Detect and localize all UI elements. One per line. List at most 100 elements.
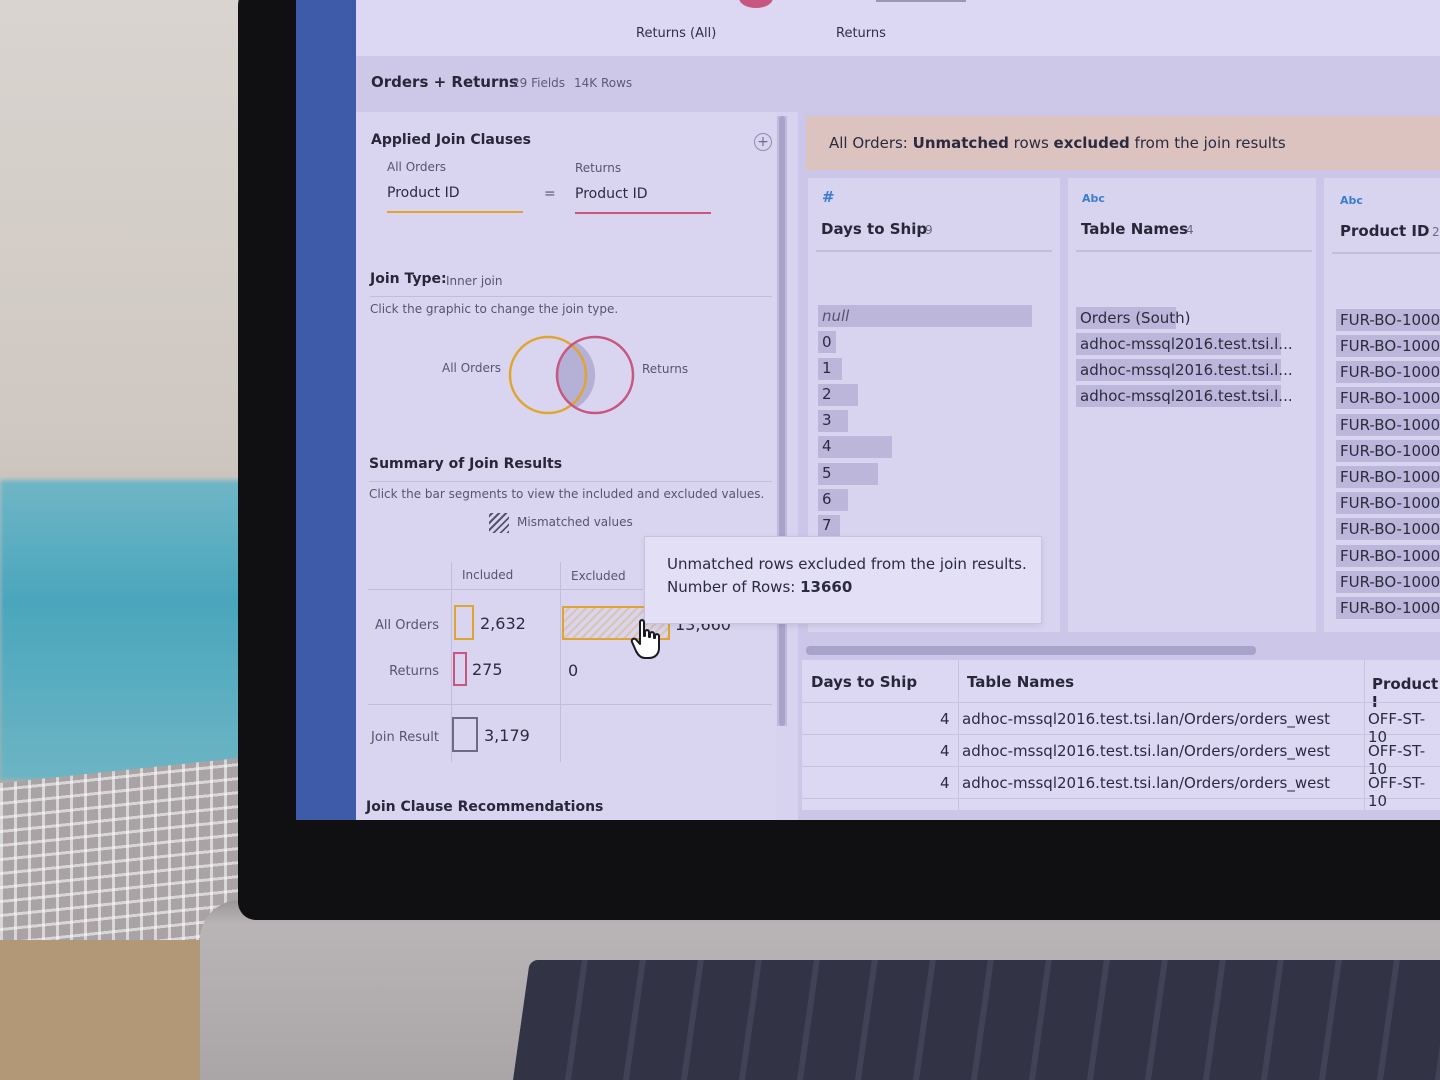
data-grid: Days to Ship Table Names Product I 4 adh…	[802, 660, 1440, 810]
mismatched-hatch-icon	[489, 513, 509, 533]
profile-card-rule	[1332, 252, 1440, 254]
row-count: 14K Rows	[574, 76, 633, 90]
grid-header-table-names[interactable]: Table Names	[967, 673, 1074, 691]
histogram-value: FUR-BO-1000	[1340, 494, 1440, 512]
excluded-column-header: Excluded	[571, 569, 626, 583]
side-rail	[296, 0, 356, 820]
right-field-underline	[575, 212, 711, 214]
grid-cell[interactable]: 4	[940, 774, 950, 792]
profile-card-count: 4	[1186, 223, 1194, 237]
laptop-screen: Returns (All) Returns Orders + Returns 2…	[296, 0, 1440, 820]
step-badge-icon[interactable]	[739, 0, 773, 8]
summary-header-line	[368, 589, 643, 590]
grid-row-line	[802, 734, 1440, 735]
summary-total-line	[368, 704, 772, 705]
profile-card-rule	[816, 250, 1052, 252]
histogram-value: FUR-BO-1000	[1340, 389, 1440, 407]
tooltip-row-count: 13660	[800, 578, 853, 596]
join-type-hint: Click the graphic to change the join typ…	[370, 302, 619, 316]
join-title: Orders + Returns	[371, 73, 518, 91]
grid-header-product-id[interactable]: Product I	[1372, 675, 1440, 711]
grid-row-line	[802, 766, 1440, 767]
all-orders-included-bar[interactable]	[454, 605, 474, 640]
unmatched-rows-banner: All Orders: Unmatched rows excluded from…	[806, 116, 1440, 170]
grid-row-line	[802, 798, 1440, 799]
histogram-value: FUR-BO-1000	[1340, 337, 1440, 355]
grid-column-line	[958, 660, 959, 810]
profile-card-title: Product ID	[1340, 222, 1430, 240]
histogram-value: FUR-BO-1000	[1340, 311, 1440, 329]
all-orders-included-value: 2,632	[480, 614, 526, 633]
join-result-bar[interactable]	[452, 717, 478, 752]
histogram-value: adhoc-mssql2016.test.tsi.l...	[1080, 335, 1293, 353]
histogram-value: 5	[822, 464, 832, 482]
histogram-value: 0	[822, 333, 832, 351]
join-clause-recommendations-title: Join Clause Recommendations	[366, 799, 604, 815]
histogram-value: FUR-BO-1000	[1340, 468, 1440, 486]
left-join-field[interactable]: Product ID	[387, 185, 460, 201]
join-type-label: Join Type:	[370, 271, 447, 287]
venn-left-label: All Orders	[442, 361, 502, 375]
histogram-value: 4	[822, 437, 832, 455]
grid-cell[interactable]: OFF-ST-10	[1368, 774, 1440, 810]
tab-returns-all[interactable]: Returns (All)	[636, 26, 716, 41]
histogram-value: 7	[822, 516, 832, 534]
field-count: 29 Fields	[512, 76, 566, 90]
tab-returns[interactable]: Returns	[836, 26, 886, 41]
grid-cell[interactable]: adhoc-mssql2016.test.tsi.lan/Orders/orde…	[962, 774, 1330, 792]
grid-cell[interactable]: OFF-ST-10	[1368, 742, 1440, 778]
grid-cell[interactable]: 4	[940, 742, 950, 760]
string-type-icon: Abc	[1340, 194, 1363, 207]
grid-cell[interactable]: adhoc-mssql2016.test.tsi.lan/Orders/orde…	[962, 742, 1330, 760]
summary-row-returns: Returns	[389, 664, 439, 679]
histogram-value: 2	[822, 385, 832, 403]
flow-top-bar: Returns (All) Returns	[356, 0, 1440, 56]
profile-horizontal-scrollbar[interactable]	[806, 646, 1256, 655]
histogram-value: FUR-BO-1000	[1340, 520, 1440, 538]
mismatched-label: Mismatched values	[517, 515, 633, 529]
grid-cell[interactable]: OFF-ST-10	[1368, 710, 1440, 746]
join-type-divider	[370, 296, 772, 297]
histogram-value: adhoc-mssql2016.test.tsi.l...	[1080, 387, 1293, 405]
summary-col-line-2	[560, 562, 561, 762]
histogram-value: FUR-BO-1000	[1340, 599, 1440, 617]
profile-card-count: 2	[1432, 225, 1440, 239]
tooltip-line-2: Number of Rows: 13660	[667, 578, 853, 596]
histogram-bar[interactable]	[818, 305, 1032, 327]
grid-cell[interactable]: 4	[940, 710, 950, 728]
grid-header-days-to-ship[interactable]: Days to Ship	[811, 673, 917, 691]
summary-hint: Click the bar segments to view the inclu…	[369, 487, 765, 501]
laptop-keyboard	[510, 960, 1440, 1080]
summary-divider	[369, 481, 772, 482]
join-type-value: Inner join	[446, 274, 503, 288]
applied-join-clauses-title: Applied Join Clauses	[371, 132, 531, 148]
returns-included-value: 275	[472, 660, 503, 679]
right-join-field[interactable]: Product ID	[575, 186, 648, 202]
settings-scroll-thumb[interactable]	[779, 116, 785, 726]
grid-header-line	[802, 702, 1440, 703]
venn-right-label: Returns	[642, 362, 689, 376]
step-connector	[876, 0, 966, 2]
join-header: Orders + Returns 29 Fields 14K Rows	[356, 56, 1440, 112]
banner-text: All Orders: Unmatched rows excluded from…	[829, 134, 1286, 152]
left-field-underline	[387, 211, 523, 213]
histogram-value: adhoc-mssql2016.test.tsi.l...	[1080, 361, 1293, 379]
histogram-value: FUR-BO-1000	[1340, 416, 1440, 434]
histogram-value: 1	[822, 359, 832, 377]
tooltip-line-1: Unmatched rows excluded from the join re…	[667, 555, 1027, 573]
join-type-venn-diagram[interactable]	[508, 333, 638, 417]
histogram-value: FUR-BO-1000	[1340, 363, 1440, 381]
profile-card-table-names[interactable]: Abc Table Names 4 Orders (South) adhoc-m…	[1068, 178, 1316, 632]
returns-included-bar[interactable]	[453, 652, 467, 686]
profile-card-product-id[interactable]: Abc Product ID 2 FUR-BO-1000 FUR-BO-1000…	[1324, 178, 1440, 632]
summary-row-all-orders: All Orders	[375, 618, 439, 633]
grid-cell[interactable]: adhoc-mssql2016.test.tsi.lan/Orders/orde…	[962, 710, 1330, 728]
join-operator[interactable]: =	[544, 186, 556, 202]
inner-join-overlap[interactable]	[556, 342, 596, 408]
add-clause-plus-icon[interactable]: +	[754, 133, 772, 151]
histogram-value: null	[822, 307, 850, 325]
profile-card-count: 9	[925, 223, 933, 237]
join-result-value: 3,179	[484, 726, 530, 745]
summary-title: Summary of Join Results	[369, 456, 563, 472]
profile-card-title: Table Names	[1081, 220, 1189, 238]
